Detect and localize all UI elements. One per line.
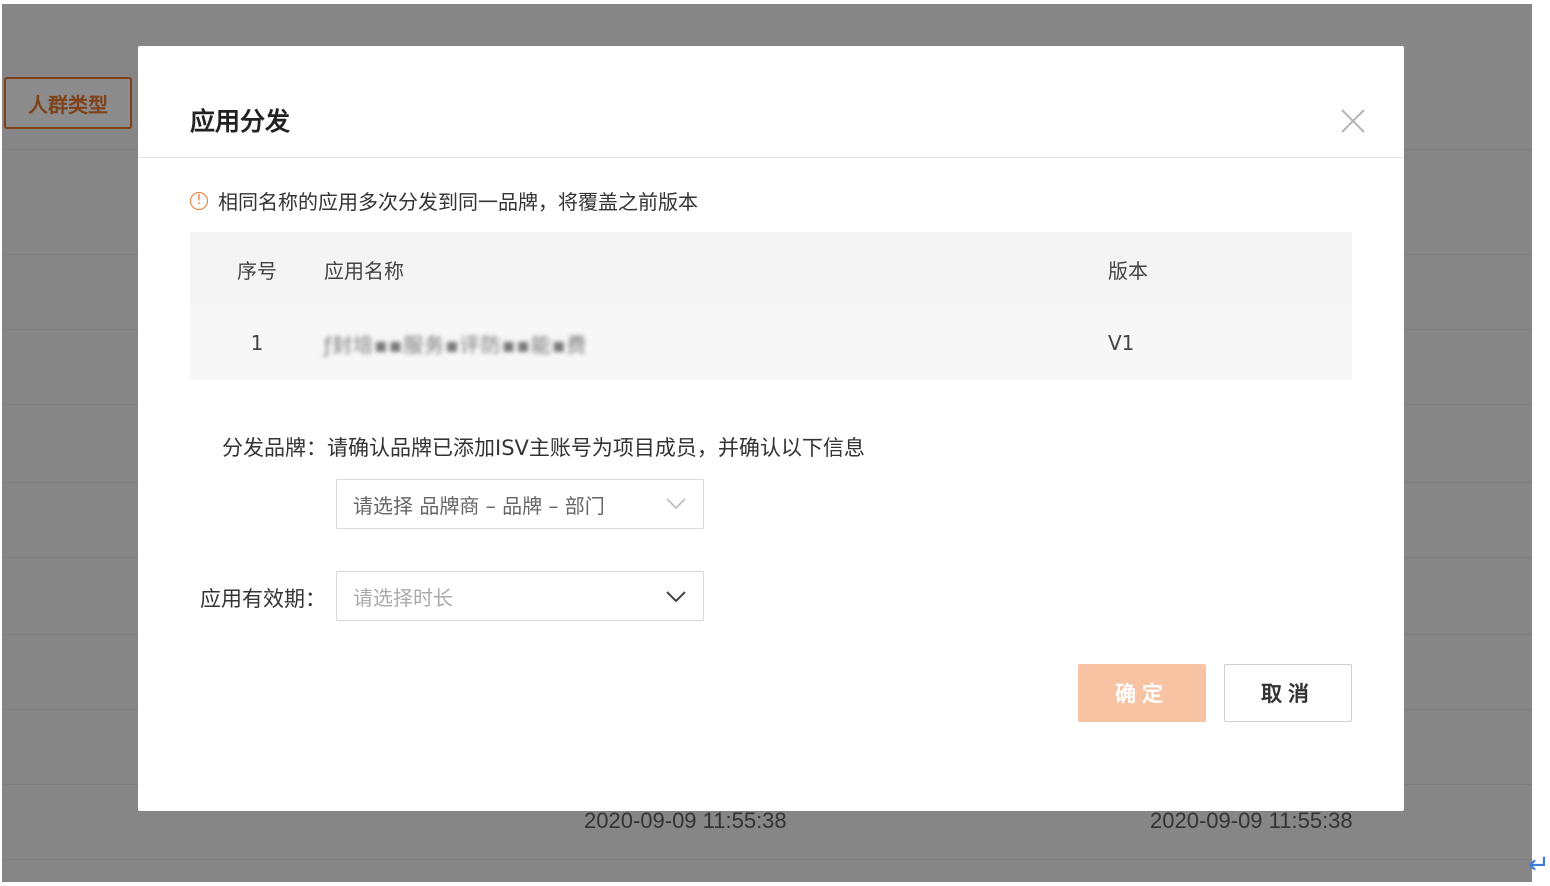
header-version: 版本 (1108, 258, 1148, 283)
brand-select[interactable]: 请选择 品牌商 – 品牌 – 部门 (336, 479, 704, 529)
dialog-title: 应用分发 (190, 107, 291, 136)
cell-app-name: ƒ封培▪▪服务▪评防▪▪能▪费 (324, 329, 1108, 358)
brand-hint: 请确认品牌已添加ISV主账号为项目成员，并确认以下信息 (327, 436, 865, 460)
overwrite-notice: ! 相同名称的应用多次分发到同一品牌，将覆盖之前版本 (190, 186, 698, 215)
dialog-header: 应用分发 (138, 46, 1404, 158)
app-table: 序号 应用名称 版本 1 ƒ封培▪▪服务▪评防▪▪能▪费 V1 (190, 232, 1352, 380)
notice-text: 相同名称的应用多次分发到同一品牌，将覆盖之前版本 (218, 190, 698, 214)
table-row: 1 ƒ封培▪▪服务▪评防▪▪能▪费 V1 (190, 306, 1352, 380)
validity-select[interactable]: 请选择时长 (336, 571, 704, 621)
warning-icon: ! (190, 191, 208, 210)
cell-version: V1 (1108, 331, 1135, 355)
close-icon[interactable] (1340, 108, 1366, 134)
timestamp-cell: 2020-09-09 11:55:38 (584, 808, 787, 833)
header-app-name: 应用名称 (324, 258, 404, 283)
chevron-down-icon (666, 498, 686, 510)
return-symbol: ↵ (1528, 850, 1550, 880)
app-name-text: ƒ封培▪▪服务▪评防▪▪能▪费 (324, 332, 588, 357)
app-distribution-dialog: 应用分发 ! 相同名称的应用多次分发到同一品牌，将覆盖之前版本 序号 应用名称 … (138, 46, 1404, 811)
cancel-button[interactable]: 取消 (1224, 664, 1352, 722)
header-no: 序号 (237, 258, 277, 283)
timestamp-cell: 2020-09-09 11:55:38 (1150, 808, 1353, 833)
validity-select-placeholder: 请选择时长 (353, 585, 453, 610)
brand-row: 分发品牌： 请确认品牌已添加ISV主账号为项目成员，并确认以下信息 (222, 432, 865, 462)
cell-no: 1 (250, 331, 264, 355)
chevron-down-icon (666, 591, 686, 603)
confirm-button[interactable]: 确定 (1078, 664, 1206, 722)
brand-label: 分发品牌： (222, 436, 327, 460)
table-header: 序号 应用名称 版本 (190, 232, 1352, 306)
validity-label: 应用有效期： (200, 587, 326, 611)
validity-row: 应用有效期： (200, 583, 326, 613)
brand-select-placeholder: 请选择 品牌商 – 品牌 – 部门 (353, 493, 605, 518)
